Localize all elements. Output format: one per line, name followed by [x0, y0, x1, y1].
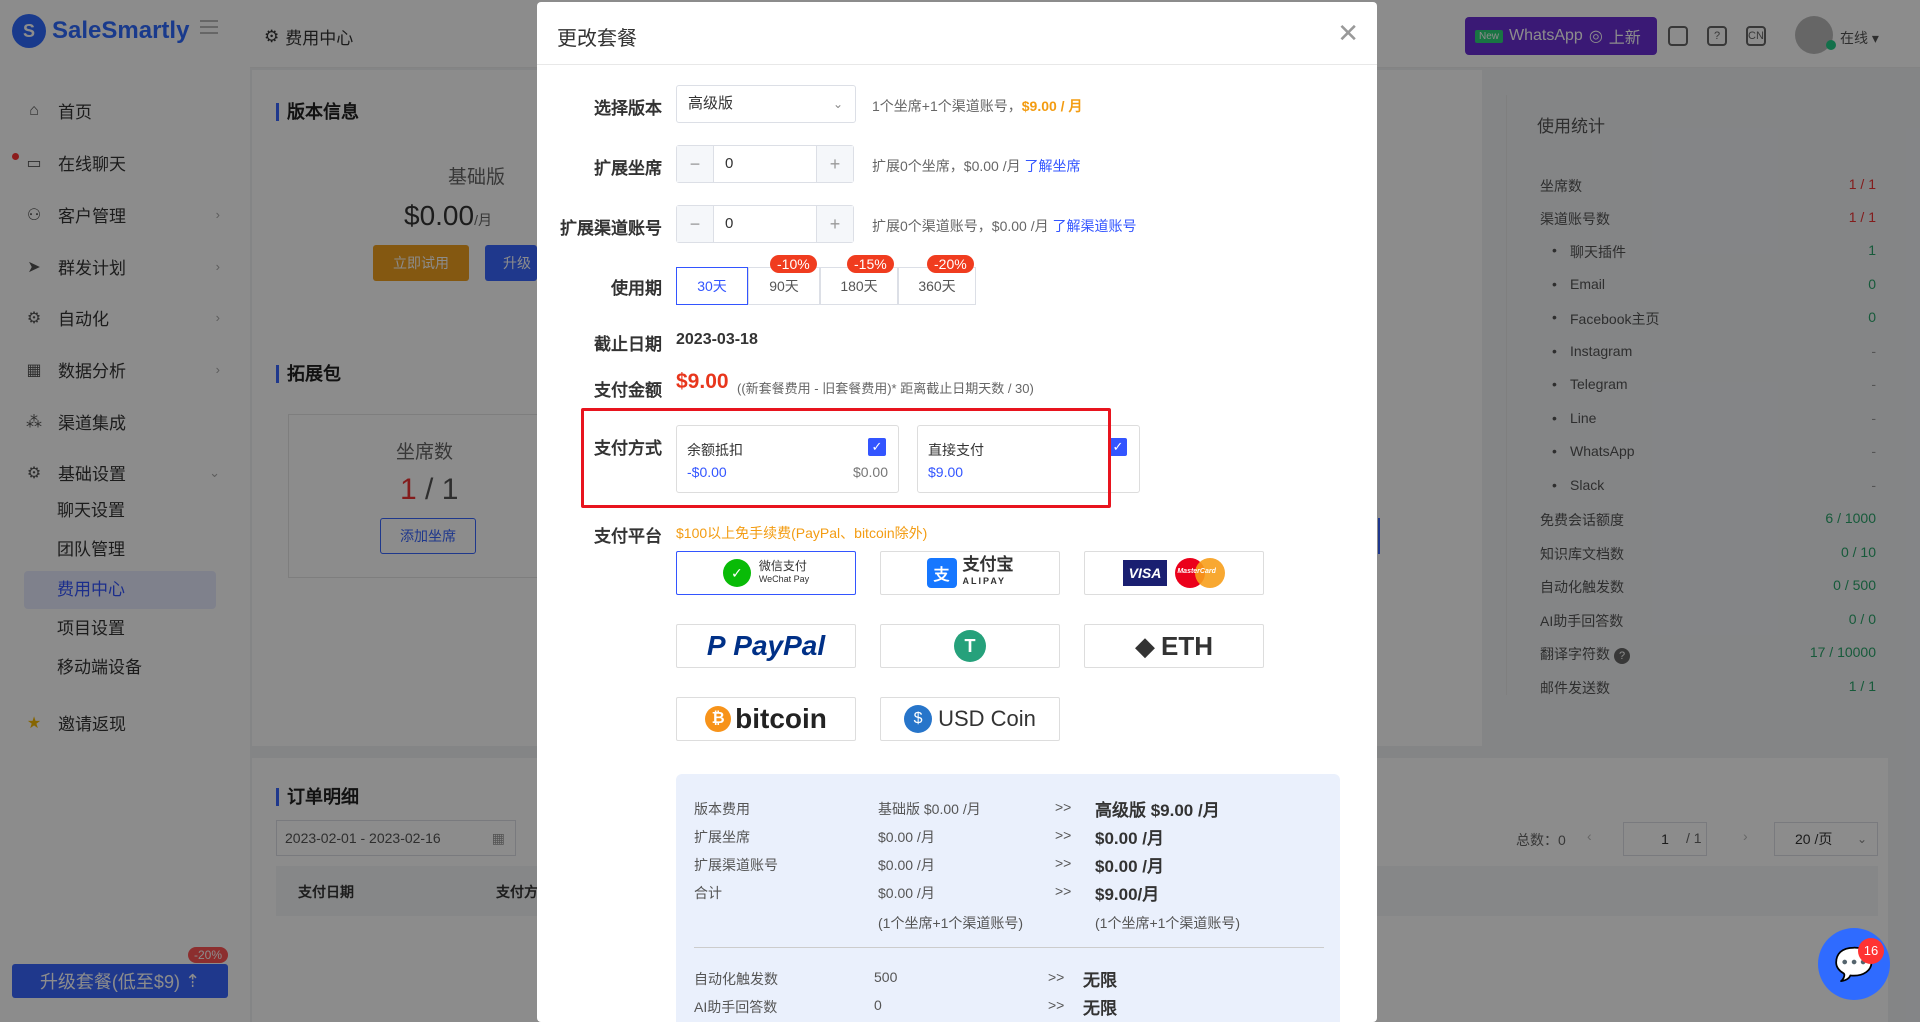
edition-value: 高级版: [688, 95, 734, 112]
seats-hint: 扩展0个坐席，$0.00 /月 了解坐席: [872, 156, 1081, 176]
change-plan-modal: 更改套餐 ✕ 选择版本 高级版 ⌄ 1个坐席+1个渠道账号，$9.00 / 月 扩…: [537, 2, 1377, 1022]
eth-option[interactable]: ◆ ETH: [1084, 624, 1264, 668]
amount-formula: ((新套餐费用 - 旧套餐费用)* 距离截止日期天数 / 30): [737, 381, 1034, 396]
eth-label: ETH: [1161, 630, 1213, 661]
platform-label: 支付平台: [594, 527, 662, 546]
wechat-pay-text: 微信支付 WeChat Pay: [759, 560, 809, 586]
summary-row-label: 扩展渠道账号: [694, 857, 778, 873]
edition-label: 选择版本: [594, 99, 662, 118]
alipay-text: 支付宝 ALIPAY: [962, 555, 1014, 589]
summary-extra-new: 无限: [1083, 999, 1117, 1018]
platform-hint: $100以上免手续费(PayPal、bitcoin除外): [676, 525, 928, 541]
summary-old-note: (1个坐席+1个渠道账号): [878, 915, 1024, 931]
chat-widget-button[interactable]: 💬: [1818, 928, 1890, 1000]
wechat-pay-option[interactable]: ✓ 微信支付 WeChat Pay: [676, 551, 856, 595]
discount-badge-90: -10%: [770, 255, 817, 273]
modal-title: 更改套餐: [557, 28, 637, 50]
usdc-option[interactable]: $ USD Coin: [880, 697, 1060, 741]
learn-channel-link[interactable]: 了解渠道账号: [1053, 218, 1137, 234]
summary-extra-new: 无限: [1083, 971, 1117, 990]
paypal-option[interactable]: P PayPal: [676, 624, 856, 668]
modal-divider: [537, 64, 1377, 65]
wechat-icon: ✓: [722, 559, 751, 587]
mastercard-label: MasterCard: [1177, 568, 1216, 575]
learn-seats-link[interactable]: 了解坐席: [1025, 158, 1081, 174]
ethereum-icon: ◆: [1135, 630, 1155, 661]
deadline-value: 2023-03-18: [676, 331, 758, 348]
amount-value: $9.00: [676, 370, 729, 393]
channel-stepper[interactable]: −0 +: [676, 205, 854, 243]
seats-label: 扩展坐席: [594, 159, 662, 178]
summary-row-label: 扩展坐席: [694, 829, 750, 845]
channel-label: 扩展渠道账号: [560, 219, 662, 238]
channel-hint-text: 扩展0个渠道账号，$0.00 /月: [872, 218, 1053, 234]
unread-badge: 16: [1858, 938, 1884, 964]
usdt-option[interactable]: T: [880, 624, 1060, 668]
channel-hint: 扩展0个渠道账号，$0.00 /月 了解渠道账号: [872, 216, 1137, 236]
close-icon[interactable]: ✕: [1337, 18, 1359, 49]
edition-hint-text: 1个坐席+1个渠道账号，: [872, 98, 1022, 114]
wechat-sub: WeChat Pay: [758, 574, 810, 584]
chevron-down-icon: ⌄: [832, 97, 843, 111]
summary-row-new: $9.00/月: [1095, 885, 1160, 904]
edition-price: $9.00 / 月: [1021, 98, 1083, 114]
alipay-option[interactable]: 支 支付宝 ALIPAY: [880, 551, 1060, 595]
arrow-icon: >>: [1055, 855, 1072, 871]
summary-extra-label: AI助手回答数: [694, 999, 778, 1015]
usdc-label: USD Coin: [938, 706, 1036, 731]
alipay-icon: 支: [926, 558, 957, 588]
arrow-icon: >>: [1055, 827, 1072, 843]
seats-input[interactable]: 0: [713, 146, 817, 182]
arrow-icon: >>: [1048, 969, 1065, 985]
discount-badge-360: -20%: [927, 255, 974, 273]
summary-extra-old: 0: [874, 997, 882, 1013]
paypal-label: PayPal: [733, 630, 826, 661]
plus-icon[interactable]: +: [817, 206, 853, 242]
arrow-icon: >>: [1055, 799, 1072, 815]
paypal-p-icon: P: [706, 630, 734, 661]
alipay-sub: ALIPAY: [962, 576, 1007, 586]
wechat-label: 微信支付: [758, 559, 807, 573]
minus-icon[interactable]: −: [677, 206, 713, 242]
bitcoin-icon: ₿: [705, 706, 732, 732]
summary-row-old: $0.00 /月: [878, 829, 935, 845]
summary-row-old: 基础版 $0.00 /月: [878, 801, 981, 817]
tether-icon: T: [954, 630, 986, 662]
seats-hint-text: 扩展0个坐席，$0.00 /月: [872, 158, 1025, 174]
seats-stepper[interactable]: −0 +: [676, 145, 854, 183]
summary-new-note: (1个坐席+1个渠道账号): [1095, 915, 1241, 931]
amount-label: 支付金额: [594, 381, 662, 400]
edition-select[interactable]: 高级版 ⌄: [676, 85, 856, 123]
alipay-label: 支付宝: [962, 555, 1014, 574]
summary-divider: [694, 947, 1324, 948]
channel-input[interactable]: 0: [713, 206, 817, 242]
minus-icon[interactable]: −: [677, 146, 713, 182]
summary-row-new: 高级版 $9.00 /月: [1095, 801, 1220, 820]
summary-extra-old: 500: [874, 969, 898, 985]
summary-row-old: $0.00 /月: [878, 885, 935, 901]
period-label: 使用期: [611, 279, 662, 298]
plus-icon[interactable]: +: [817, 146, 853, 182]
edition-hint: 1个坐席+1个渠道账号，$9.00 / 月: [872, 96, 1082, 116]
visa-icon: VISA: [1122, 560, 1168, 586]
bitcoin-label: bitcoin: [735, 703, 827, 734]
summary-row-new: $0.00 /月: [1095, 857, 1164, 876]
highlight-box: [581, 408, 1111, 508]
checkbox-checked-icon[interactable]: ✓: [1109, 438, 1127, 456]
summary-extra-label: 自动化触发数: [694, 971, 778, 987]
summary-row-label: 合计: [694, 885, 722, 901]
card-option[interactable]: VISA MasterCard: [1084, 551, 1264, 595]
summary-row-old: $0.00 /月: [878, 857, 935, 873]
usdc-icon: $: [904, 705, 933, 733]
mastercard-icon: MasterCard: [1175, 558, 1226, 588]
discount-badge-180: -15%: [847, 255, 894, 273]
arrow-icon: >>: [1048, 997, 1065, 1013]
arrow-icon: >>: [1055, 883, 1072, 899]
deadline-label: 截止日期: [594, 335, 662, 354]
summary-row-new: $0.00 /月: [1095, 829, 1164, 848]
period-30[interactable]: 30天: [676, 267, 748, 305]
bitcoin-option[interactable]: ₿ bitcoin: [676, 697, 856, 741]
summary-row-label: 版本费用: [694, 801, 750, 817]
